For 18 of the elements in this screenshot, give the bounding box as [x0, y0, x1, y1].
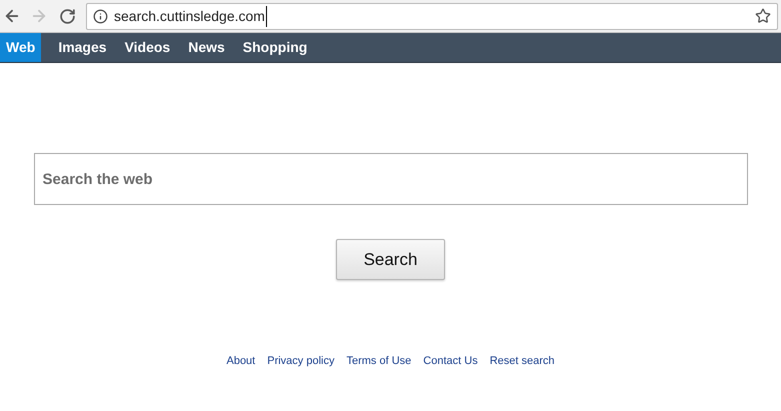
bookmark-star-icon[interactable] [755, 8, 771, 24]
nav-tab[interactable]: Web [0, 33, 42, 62]
nav-tab[interactable]: Shopping [236, 33, 314, 62]
nav-tab[interactable]: News [182, 33, 231, 62]
footer-link[interactable]: Privacy policy [267, 353, 334, 370]
nav-tab[interactable]: Videos [118, 33, 176, 62]
nav-tab[interactable]: Images [52, 33, 113, 62]
search-field[interactable]: Search the web [34, 153, 748, 205]
footer-link[interactable]: Reset search [490, 353, 555, 370]
footer-link[interactable]: Contact Us [423, 353, 478, 370]
footer-link[interactable]: Terms of Use [346, 353, 412, 370]
back-icon[interactable] [3, 7, 21, 25]
url-text: search.cuttinsledge.com [114, 6, 267, 26]
footer-link[interactable]: About [226, 353, 256, 370]
address-bar[interactable]: search.cuttinsledge.com [86, 2, 778, 30]
search-button[interactable]: Search [336, 239, 445, 280]
info-icon[interactable] [93, 8, 108, 24]
reload-icon[interactable] [59, 8, 76, 24]
